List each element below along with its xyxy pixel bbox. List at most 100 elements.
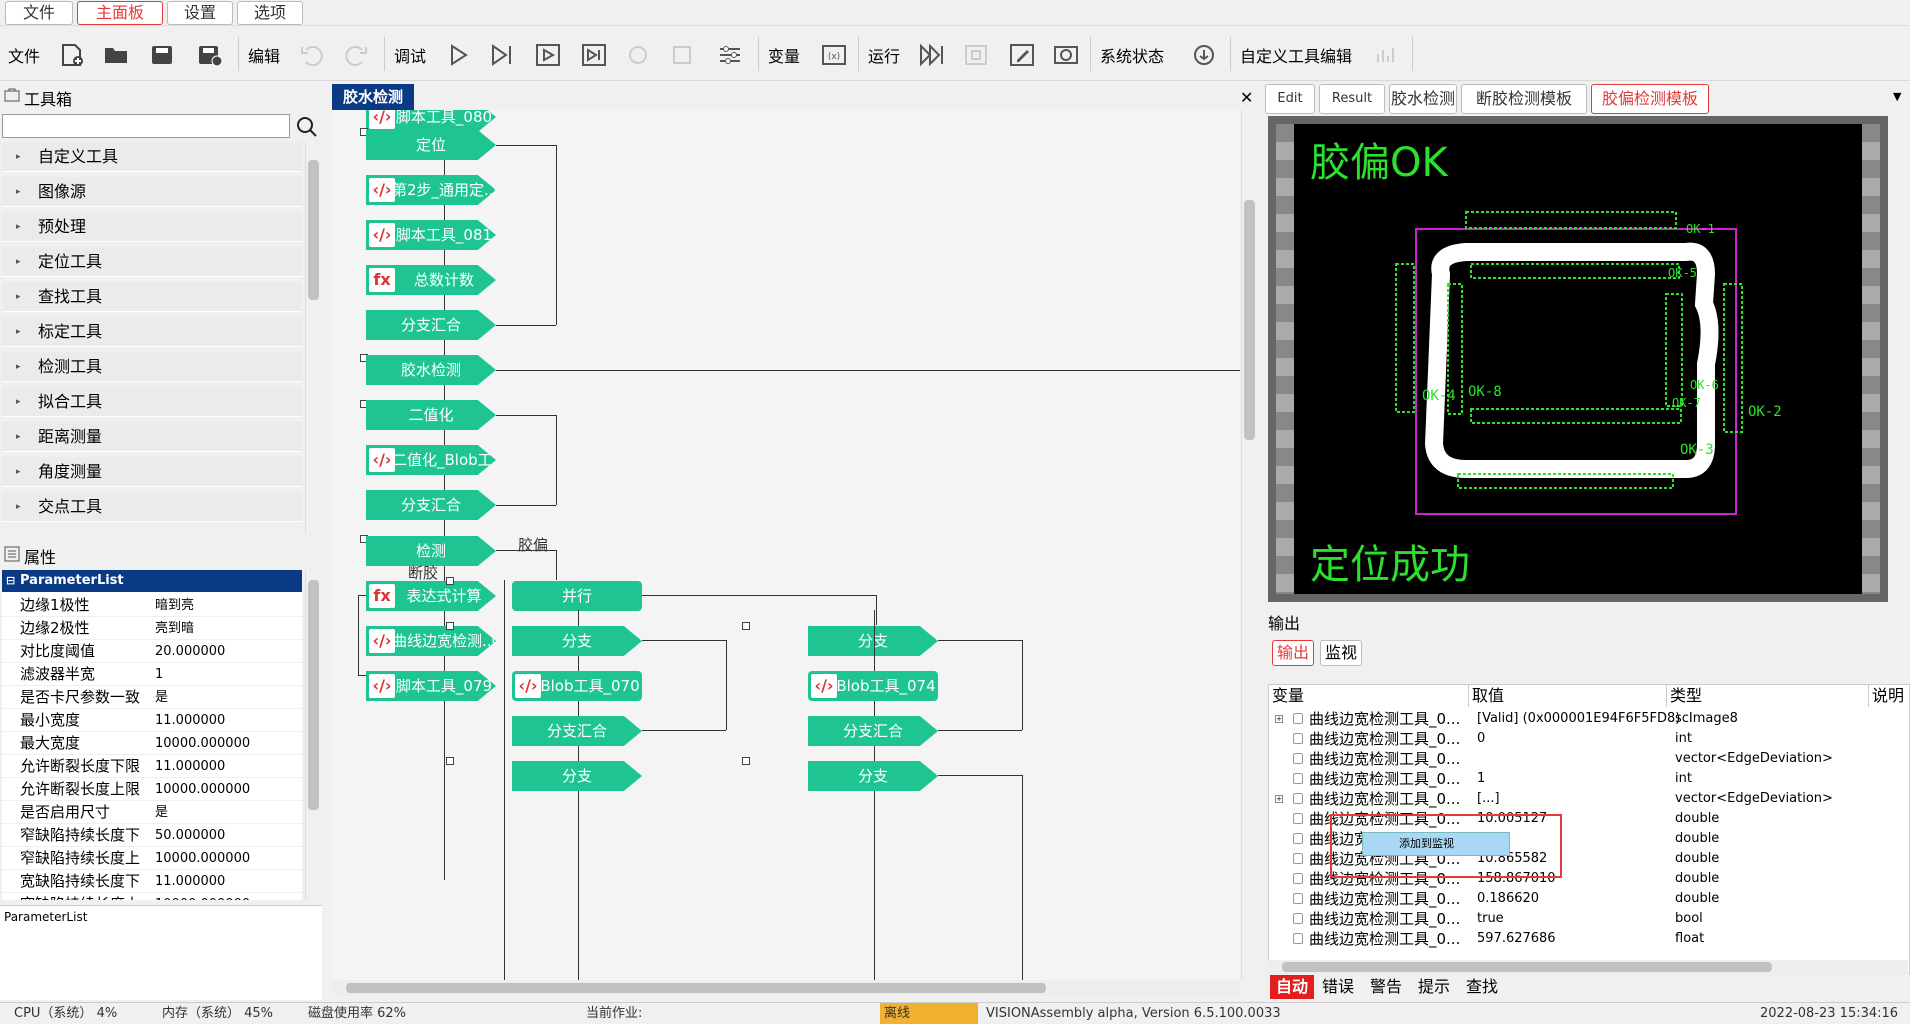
tab-glue-detect[interactable]: 胶水检测 bbox=[1389, 84, 1457, 114]
property-row[interactable]: 边缘2极性 亮到暗 bbox=[2, 617, 302, 640]
tab-watch[interactable]: 监视 bbox=[1320, 640, 1362, 666]
expand-icon[interactable]: + bbox=[1275, 715, 1283, 723]
step-into-icon[interactable] bbox=[580, 42, 608, 68]
watch-checkbox[interactable] bbox=[1293, 713, 1303, 724]
property-value[interactable]: 亮到暗 bbox=[155, 617, 194, 640]
property-value[interactable]: 20.000000 bbox=[155, 640, 225, 663]
save-as-icon[interactable] bbox=[196, 42, 224, 68]
toolbox-category[interactable]: ▸ 查找工具 bbox=[2, 282, 302, 312]
tab-output[interactable]: 输出 bbox=[1272, 640, 1314, 666]
system-status-icon[interactable] bbox=[1190, 42, 1218, 68]
breakpoint-icon[interactable] bbox=[624, 42, 652, 68]
property-row[interactable]: 宽缺陷持续长度上 10000.000000 bbox=[2, 893, 302, 900]
property-row[interactable]: 最小宽度 11.000000 bbox=[2, 709, 302, 732]
property-row[interactable]: 窄缺陷持续长度上 10000.000000 bbox=[2, 847, 302, 870]
settings-sliders-icon[interactable] bbox=[716, 42, 744, 68]
flow-node[interactable]: 定位 bbox=[366, 130, 496, 160]
property-value[interactable]: 10000.000000 bbox=[155, 778, 250, 801]
flow-hscrollbar[interactable] bbox=[332, 980, 1240, 996]
run-to-icon[interactable] bbox=[534, 42, 562, 68]
collapse-pin[interactable] bbox=[742, 622, 750, 630]
property-value[interactable]: 是 bbox=[155, 801, 168, 824]
watch-checkbox[interactable] bbox=[1293, 793, 1303, 804]
tab-log-error[interactable]: 错误 bbox=[1316, 975, 1360, 999]
collapse-icon[interactable]: ⊟ bbox=[6, 570, 15, 592]
camera-icon[interactable] bbox=[1052, 42, 1080, 68]
collapse-pin[interactable] bbox=[446, 757, 454, 765]
flow-node[interactable]: ‹/› 二值化_Blob工..054 bbox=[366, 445, 496, 475]
watch-checkbox[interactable] bbox=[1293, 933, 1303, 944]
property-row[interactable]: 允许断裂长度下限 11.000000 bbox=[2, 755, 302, 778]
property-value[interactable]: 11.000000 bbox=[155, 709, 225, 732]
table-row[interactable]: 曲线边宽检测工具_0... 597.627686 float bbox=[1269, 929, 1909, 949]
toolbox-category[interactable]: ▸ 预处理 bbox=[2, 212, 302, 242]
menu-tab-settings[interactable]: 设置 bbox=[167, 1, 233, 25]
flow-node[interactable]: 分支汇合 bbox=[366, 490, 496, 520]
flow-node[interactable]: ‹/› 脚本工具_080 bbox=[366, 110, 496, 132]
toolbox-category[interactable]: ▸ 拟合工具 bbox=[2, 387, 302, 417]
collapse-pin[interactable] bbox=[446, 577, 454, 585]
toolbox-category[interactable]: ▸ 自定义工具 bbox=[2, 142, 302, 172]
flow-node[interactable]: 胶水检测 bbox=[366, 355, 496, 385]
collapse-pin[interactable] bbox=[446, 622, 454, 630]
property-value[interactable]: 11.000000 bbox=[155, 870, 225, 893]
tab-flow-glue-detect[interactable]: 胶水检测 bbox=[332, 84, 414, 110]
tab-break-template[interactable]: 断胶检测模板 bbox=[1461, 84, 1587, 114]
step-next-icon[interactable] bbox=[488, 42, 516, 68]
property-value[interactable]: 是 bbox=[155, 686, 168, 709]
property-row[interactable]: 边缘1极性 暗到亮 bbox=[2, 594, 302, 617]
context-menu-add-to-watch[interactable]: 添加到监视 bbox=[1362, 832, 1510, 856]
toolbox-scrollbar[interactable] bbox=[305, 142, 320, 534]
table-row[interactable]: + 曲线边宽检测工具_0... [Valid] (0x000001E94F6F5FD… bbox=[1269, 709, 1909, 729]
variable-icon[interactable]: (x) bbox=[820, 42, 848, 68]
flow-node[interactable]: ‹/› 脚本工具_081 bbox=[366, 220, 496, 250]
search-icon[interactable] bbox=[296, 116, 318, 138]
watch-checkbox[interactable] bbox=[1293, 813, 1303, 824]
expand-icon[interactable]: + bbox=[1275, 795, 1283, 803]
toolbox-category[interactable]: ▸ 交点工具 bbox=[2, 492, 302, 522]
tab-log-hint[interactable]: 提示 bbox=[1412, 975, 1456, 999]
table-row[interactable]: 曲线边宽检测工具_0... vector<EdgeDeviation> bbox=[1269, 749, 1909, 769]
table-row[interactable]: + 曲线边宽检测工具_0... [...] vector<EdgeDeviation> bbox=[1269, 789, 1909, 809]
property-row[interactable]: 窄缺陷持续长度下 50.000000 bbox=[2, 824, 302, 847]
column-header-desc[interactable]: 说明 bbox=[1869, 685, 1909, 707]
flow-node[interactable]: 分支 bbox=[808, 626, 938, 656]
property-value[interactable]: 10000.000000 bbox=[155, 732, 250, 755]
watch-checkbox[interactable] bbox=[1293, 893, 1303, 904]
property-value[interactable]: 1 bbox=[155, 663, 163, 686]
run-continuous-icon[interactable] bbox=[918, 42, 946, 68]
flow-node[interactable]: fx 表达式计算 bbox=[366, 581, 496, 611]
flow-node[interactable]: ‹/› 第2步_通用定..087 bbox=[366, 175, 496, 205]
table-row[interactable]: 曲线边宽检测工具_0... 0 int bbox=[1269, 729, 1909, 749]
flow-node[interactable]: ‹/› Blob工具_070 bbox=[512, 671, 642, 701]
flow-node[interactable]: 分支汇合 bbox=[512, 716, 642, 746]
property-value[interactable]: 暗到亮 bbox=[155, 594, 194, 617]
menu-tab-file[interactable]: 文件 bbox=[5, 1, 73, 25]
property-row[interactable]: 允许断裂长度上限 10000.000000 bbox=[2, 778, 302, 801]
output-hscrollbar[interactable] bbox=[1268, 960, 1908, 974]
flow-node[interactable]: 二值化 bbox=[366, 400, 496, 430]
tab-offset-template[interactable]: 胶偏检测模板 bbox=[1591, 84, 1709, 114]
property-value[interactable]: 11.000000 bbox=[155, 755, 225, 778]
property-row[interactable]: 对比度阈值 20.000000 bbox=[2, 640, 302, 663]
property-value[interactable]: 10000.000000 bbox=[155, 847, 250, 870]
toolbox-category[interactable]: ▸ 定位工具 bbox=[2, 247, 302, 277]
flow-node[interactable]: 分支汇合 bbox=[808, 716, 938, 746]
property-row[interactable]: 滤波器半宽 1 bbox=[2, 663, 302, 686]
flow-node[interactable]: 并行 bbox=[512, 581, 642, 611]
menu-tab-options[interactable]: 选项 bbox=[237, 1, 303, 25]
flow-node[interactable]: fx 总数计数 bbox=[366, 265, 496, 295]
property-row[interactable]: 最大宽度 10000.000000 bbox=[2, 732, 302, 755]
column-header-variable[interactable]: 变量 bbox=[1269, 685, 1469, 707]
parameter-list-header[interactable]: ⊟ ParameterList bbox=[2, 570, 302, 592]
save-icon[interactable] bbox=[148, 42, 176, 68]
chart-icon[interactable] bbox=[1372, 42, 1400, 68]
column-header-value[interactable]: 取值 bbox=[1469, 685, 1667, 707]
flow-node[interactable]: 分支 bbox=[512, 626, 642, 656]
play-icon[interactable] bbox=[444, 42, 472, 68]
run-stop-icon[interactable] bbox=[962, 42, 990, 68]
toolbox-category[interactable]: ▸ 图像源 bbox=[2, 177, 302, 207]
watch-checkbox[interactable] bbox=[1293, 753, 1303, 764]
watch-checkbox[interactable] bbox=[1293, 873, 1303, 884]
watch-checkbox[interactable] bbox=[1293, 733, 1303, 744]
